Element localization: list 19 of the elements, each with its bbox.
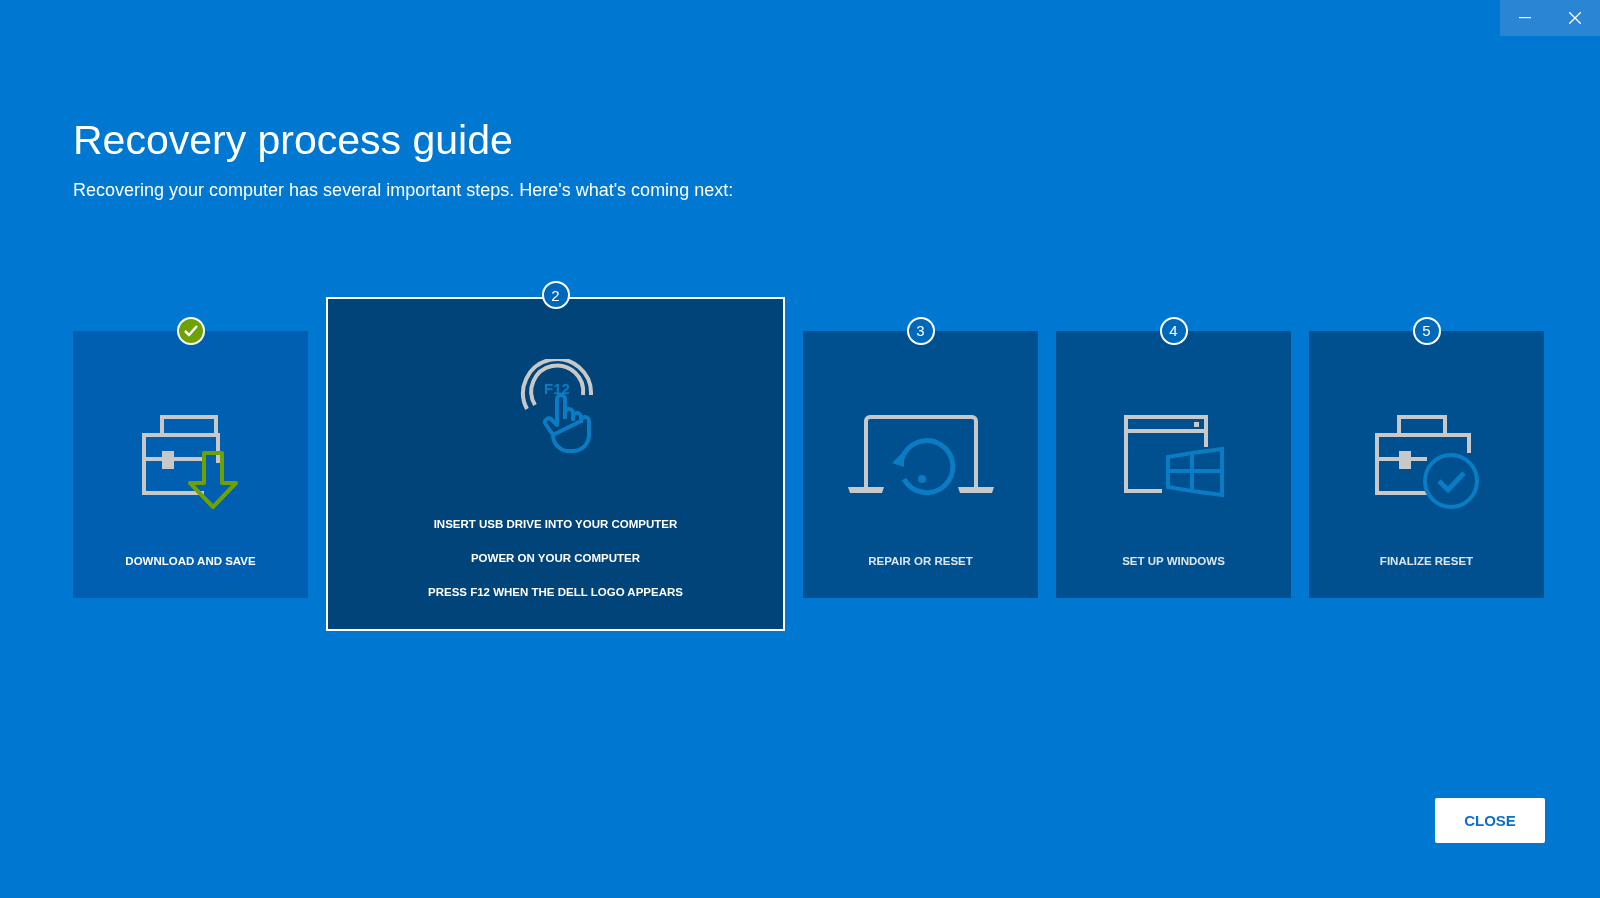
step-label: SET UP WINDOWS (1122, 553, 1225, 568)
step-label: PRESS F12 WHEN THE DELL LOGO APPEARS (428, 585, 683, 599)
page-title: Recovery process guide (73, 116, 514, 165)
page-subtitle: Recovering your computer has several important steps. Here's what's coming next: (73, 180, 735, 201)
minimize-icon (1519, 17, 1531, 19)
step-label: DOWNLOAD AND SAVE (125, 553, 256, 568)
close-button[interactable]: CLOSE (1435, 798, 1545, 843)
step-label: INSERT USB DRIVE INTO YOUR COMPUTER (433, 517, 678, 531)
toolbox-download-icon (141, 412, 240, 509)
step-label: POWER ON YOUR COMPUTER (470, 551, 641, 565)
toolbox-check-icon (1374, 412, 1479, 509)
step-number: 2 (541, 281, 570, 309)
step-label: REPAIR OR RESET (868, 553, 973, 568)
step-card[interactable]: DOWNLOAD AND SAVE (73, 330, 308, 598)
step-number: 3 (906, 316, 935, 345)
step-number: 5 (1412, 316, 1441, 345)
step-label: FINALIZE RESET (1379, 553, 1474, 568)
step-number: 4 (1159, 316, 1188, 345)
close-icon (1569, 12, 1581, 24)
